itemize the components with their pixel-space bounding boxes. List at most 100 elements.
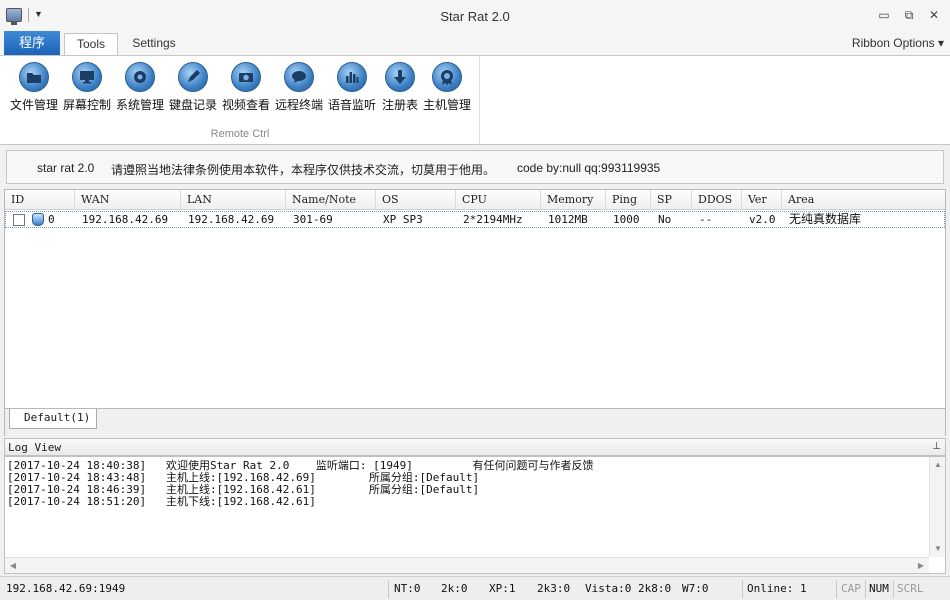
tab-tools[interactable]: Tools — [64, 33, 118, 55]
status-cap-indicator: CAP — [841, 582, 861, 595]
status-vista-2k8-count: Vista:0 2k8:0 — [585, 582, 672, 595]
keylogger-button[interactable]: 键盘记录 — [166, 62, 220, 114]
title-bar: ▼ Star Rat 2.0 ▭ ⧉ ✕ — [0, 0, 950, 31]
system-manager-label: 系统管理 — [115, 98, 164, 112]
scroll-down-icon[interactable]: ▼ — [930, 541, 946, 557]
notice-message: 请遵照当地法律条例使用本软件，本程序仅供技术交流，切莫用于他用。 — [111, 163, 496, 177]
group-label: Remote Ctrl — [210, 128, 270, 140]
log-horizontal-scrollbar[interactable]: ◀ ▶ — [5, 557, 929, 573]
status-2k-count: 2k:0 — [441, 582, 468, 595]
cell-os: XP SP3 — [383, 213, 423, 226]
column-ping[interactable]: Ping — [606, 190, 651, 210]
tab-settings[interactable]: Settings — [124, 33, 184, 55]
status-separator — [893, 580, 894, 598]
equalizer-icon — [337, 62, 367, 92]
column-sp[interactable]: SP — [651, 190, 692, 210]
remote-terminal-label: 远程终端 — [274, 98, 323, 112]
status-separator — [388, 580, 389, 598]
column-ddos[interactable]: DDOS — [692, 190, 742, 210]
log-view[interactable]: [2017-10-24 18:40:38] 欢迎使用Star Rat 2.0 监… — [4, 456, 946, 574]
column-id[interactable]: ID — [5, 190, 75, 210]
gear-icon — [125, 62, 155, 92]
ribbon-panel: 文件管理 屏幕控制 系统管理 键盘记录 视频查看 远程终端 语音监听 注册表 主… — [0, 55, 950, 145]
video-view-button[interactable]: 视频查看 — [219, 62, 273, 114]
group-tab-default[interactable]: Default(1) — [9, 409, 97, 429]
remote-ctrl-group: 文件管理 屏幕控制 系统管理 键盘记录 视频查看 远程终端 语音监听 注册表 主… — [0, 56, 480, 145]
ribbon-options-menu[interactable]: Ribbon Options ▾ — [852, 36, 944, 50]
folder-icon — [19, 62, 49, 92]
host-list[interactable]: ID WAN LAN Name/Note OS CPU Memory Ping … — [4, 189, 946, 409]
cell-sp: No — [658, 213, 672, 226]
table-row[interactable]: 0 192.168.42.69 192.168.42.69 301-69 XP … — [5, 211, 945, 228]
screen-control-label: 屏幕控制 — [62, 98, 111, 112]
status-scrl-indicator: SCRL — [897, 582, 924, 595]
download-arrow-icon — [385, 62, 415, 92]
cell-ping: 1000 — [613, 213, 640, 226]
row-checkbox[interactable] — [13, 214, 25, 226]
cell-lan: 192.168.42.69 — [188, 213, 275, 226]
monitor-icon — [72, 62, 102, 92]
log-line: [2017-10-24 18:51:20] 主机下线:[192.168.42.6… — [7, 495, 316, 508]
keylogger-label: 键盘记录 — [168, 98, 217, 112]
audio-monitor-button[interactable]: 语音监听 — [325, 62, 379, 114]
video-view-label: 视频查看 — [221, 98, 270, 112]
cell-area: 无纯真数据库 — [789, 212, 862, 226]
column-cpu[interactable]: CPU — [456, 190, 541, 210]
log-vertical-scrollbar[interactable]: ▲ ▼ — [929, 457, 945, 557]
scroll-left-icon[interactable]: ◀ — [5, 558, 21, 574]
cell-memory: 1012MB — [548, 213, 588, 226]
cell-name-note: 301-69 — [293, 213, 333, 226]
notice-app-name: star rat 2.0 — [37, 161, 95, 175]
restore-button[interactable]: ⧉ — [897, 6, 921, 24]
cell-cpu: 2*2194MHz — [463, 213, 523, 226]
chat-bubble-icon — [284, 62, 314, 92]
camera-icon — [231, 62, 261, 92]
window-title: Star Rat 2.0 — [440, 9, 510, 24]
file-manager-button[interactable]: 文件管理 — [7, 62, 61, 114]
pencil-icon — [178, 62, 208, 92]
column-memory[interactable]: Memory — [541, 190, 606, 210]
status-2k3-count: 2k3:0 — [537, 582, 571, 595]
cell-wan: 192.168.42.69 — [82, 213, 169, 226]
audio-monitor-label: 语音监听 — [327, 98, 376, 112]
status-separator — [836, 580, 837, 598]
status-nt-count: NT:0 — [394, 582, 421, 595]
badge-icon — [432, 62, 462, 92]
status-online-count: Online: 1 — [747, 582, 807, 595]
notice-panel: star rat 2.0 请遵照当地法律条例使用本软件，本程序仅供技术交流，切莫… — [6, 150, 944, 184]
cell-id: 0 — [48, 213, 55, 226]
cell-ver: v2.0 — [749, 213, 776, 226]
cell-ddos: -- — [699, 213, 713, 226]
system-manager-button[interactable]: 系统管理 — [113, 62, 167, 114]
pin-icon[interactable]: ⊥ — [932, 441, 941, 452]
scroll-right-icon[interactable]: ▶ — [913, 558, 929, 574]
minimize-button[interactable]: ▭ — [872, 6, 896, 24]
column-area[interactable]: Area — [782, 190, 945, 210]
host-manager-label: 主机管理 — [422, 98, 471, 112]
column-lan[interactable]: LAN — [181, 190, 286, 210]
status-xp-count: XP:1 — [489, 582, 516, 595]
column-os[interactable]: OS — [376, 190, 456, 210]
screen-control-button[interactable]: 屏幕控制 — [60, 62, 114, 114]
log-view-header: Log View ⊥ — [4, 438, 946, 456]
ribbon-tab-strip: 程序 Tools Settings Ribbon Options ▾ — [0, 31, 950, 55]
status-bar: 192.168.42.69:1949 NT:0 2k:0 XP:1 2k3:0 … — [0, 576, 950, 600]
file-tab[interactable]: 程序 — [4, 31, 60, 55]
log-view-title: Log View — [8, 441, 61, 454]
status-w7-count: W7:0 — [682, 582, 709, 595]
registry-label: 注册表 — [381, 98, 418, 112]
status-separator — [865, 580, 866, 598]
column-name-note[interactable]: Name/Note — [286, 190, 376, 210]
registry-button[interactable]: 注册表 — [378, 62, 422, 114]
host-list-header: ID WAN LAN Name/Note OS CPU Memory Ping … — [5, 190, 945, 210]
close-button[interactable]: ✕ — [922, 6, 946, 24]
host-manager-button[interactable]: 主机管理 — [420, 62, 474, 114]
scroll-up-icon[interactable]: ▲ — [930, 457, 946, 473]
status-listen-address: 192.168.42.69:1949 — [6, 582, 126, 595]
status-separator — [742, 580, 743, 598]
column-ver[interactable]: Ver — [742, 190, 782, 210]
notice-credit: code by:null qq:993119935 — [517, 161, 661, 175]
remote-terminal-button[interactable]: 远程终端 — [272, 62, 326, 114]
column-wan[interactable]: WAN — [75, 190, 181, 210]
group-tab-strip: Default(1) — [4, 409, 946, 436]
